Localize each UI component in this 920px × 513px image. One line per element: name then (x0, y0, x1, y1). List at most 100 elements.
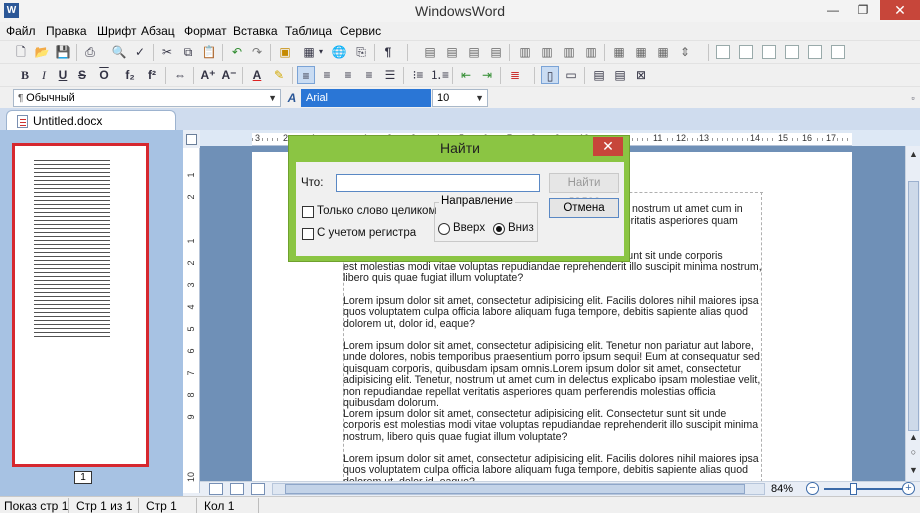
whole-word-checkbox[interactable] (302, 206, 314, 218)
hyperlink-icon[interactable]: 🌐 (330, 43, 348, 61)
save-icon[interactable]: 💾 (54, 43, 72, 61)
pilcrow-icon[interactable]: ¶ (379, 43, 397, 61)
next-page-icon[interactable]: ▼ (907, 464, 920, 477)
shrink-font-icon[interactable]: A⁻ (220, 66, 238, 84)
copy-format-icon[interactable]: ⎘ (352, 43, 370, 61)
table-dropdown-icon[interactable]: ▾ (312, 43, 330, 61)
menu-paragraph[interactable]: Абзац (141, 24, 175, 38)
undo-icon[interactable]: ↶ (228, 43, 246, 61)
border-box-icon-5[interactable] (808, 45, 822, 59)
menu-font[interactable]: Шрифт (97, 24, 136, 38)
horizontal-scroll-thumb[interactable] (285, 484, 745, 494)
font-combobox[interactable]: Arial (301, 89, 431, 107)
copy-icon[interactable]: ⧉ (179, 43, 197, 61)
italic-icon[interactable]: I (35, 66, 53, 84)
numbered-list-icon[interactable]: ⒈≡ (430, 66, 449, 84)
align-center-icon[interactable]: ≡ (318, 66, 336, 84)
table-row-icon-3[interactable]: ▥ (560, 43, 578, 61)
page-layout-icon[interactable]: ▯ (541, 66, 559, 84)
border-box-icon-3[interactable] (762, 45, 776, 59)
header-icon[interactable]: ▤ (590, 66, 608, 84)
new-document-icon[interactable]: 🗋 (12, 43, 30, 61)
underline-icon[interactable]: U (54, 66, 72, 84)
table-row-icon-4[interactable]: ▥ (582, 43, 600, 61)
spellcheck-icon[interactable]: ✓ (131, 43, 149, 61)
outline-view-icon[interactable] (251, 483, 265, 495)
direction-down-radio[interactable] (493, 223, 505, 235)
table-col-icon-4[interactable]: ⇕ (676, 43, 694, 61)
table-row-icon-2[interactable]: ▥ (538, 43, 556, 61)
border-box-icon-4[interactable] (785, 45, 799, 59)
menu-tools[interactable]: Сервис (340, 24, 381, 38)
find-icon[interactable]: 🔍 (110, 43, 128, 61)
web-layout-icon[interactable]: ▭ (562, 66, 580, 84)
insert-image-icon[interactable]: ▣ (276, 43, 294, 61)
scroll-up-icon[interactable]: ▲ (907, 148, 920, 161)
menu-file[interactable]: Файл (6, 24, 36, 38)
find-dialog-close-button[interactable]: ✕ (593, 137, 623, 156)
minimize-button[interactable]: — (818, 0, 848, 20)
style-combobox[interactable]: ¶ Обычный ▼ (13, 89, 281, 107)
find-what-input[interactable] (336, 174, 540, 192)
tab-untitled-docx[interactable]: Untitled.docx (6, 110, 176, 130)
table-align-icon-3[interactable]: ▤ (465, 43, 483, 61)
superscript-icon[interactable]: f² (143, 66, 161, 84)
decrease-indent-icon[interactable]: ⇤ (457, 66, 475, 84)
link-icon[interactable]: ⇔ (171, 66, 189, 84)
grow-font-icon[interactable]: A⁺ (199, 66, 217, 84)
direction-up-radio[interactable] (438, 223, 450, 235)
print-icon[interactable]: ⎙ (81, 43, 99, 61)
browse-object-icon[interactable]: ○ (907, 446, 920, 459)
restore-button[interactable]: ❐ (848, 0, 878, 20)
align-distributed-icon[interactable]: ☰ (381, 66, 399, 84)
align-justify-icon[interactable]: ≡ (360, 66, 378, 84)
zoom-slider-track[interactable] (824, 488, 902, 490)
paste-icon[interactable]: 📋 (200, 43, 218, 61)
footer-icon[interactable]: ▤ (611, 66, 629, 84)
menu-format[interactable]: Формат (184, 24, 227, 38)
style-dropdown-icon[interactable]: ▼ (268, 90, 277, 106)
bold-icon[interactable]: B (16, 66, 34, 84)
print-layout-view-icon[interactable] (209, 483, 223, 495)
page-thumbnail[interactable] (12, 143, 149, 467)
cancel-button[interactable]: Отмена (549, 198, 619, 218)
overline-icon[interactable]: O (95, 66, 113, 84)
open-folder-icon[interactable]: 📂 (33, 43, 51, 61)
close-window-button[interactable]: ✕ (880, 0, 920, 20)
find-next-button[interactable]: Найти далее (549, 173, 619, 207)
redo-icon[interactable]: ↷ (248, 43, 266, 61)
border-box-icon-2[interactable] (739, 45, 753, 59)
menu-insert[interactable]: Вставка (233, 24, 278, 38)
vertical-scroll-thumb[interactable] (908, 181, 919, 431)
table-row-icon-1[interactable]: ▥ (516, 43, 534, 61)
align-left-icon[interactable]: ≡ (297, 66, 315, 84)
vertical-scrollbar[interactable]: ▲ ▲ ○ ▼ (905, 146, 920, 481)
menu-edit[interactable]: Правка (46, 24, 87, 38)
match-case-checkbox[interactable] (302, 228, 314, 240)
subscript-icon[interactable]: f₂ (121, 66, 139, 84)
table-align-icon-2[interactable]: ▤ (443, 43, 461, 61)
cut-icon[interactable]: ✂ (158, 43, 176, 61)
strikethrough-icon[interactable]: S (73, 66, 91, 84)
web-view-icon[interactable] (230, 483, 244, 495)
clear-format-icon[interactable]: ⊠ (632, 66, 650, 84)
menu-table[interactable]: Таблица (285, 24, 332, 38)
highlight-icon[interactable]: ✎ (270, 66, 288, 84)
zoom-in-button[interactable]: + (902, 482, 915, 495)
font-color-icon[interactable]: A (248, 66, 266, 84)
zoom-out-button[interactable]: − (806, 482, 819, 495)
table-col-icon-2[interactable]: ▦ (632, 43, 650, 61)
toolbar-overflow-icon[interactable]: ▫ (904, 89, 920, 107)
prev-page-icon[interactable]: ▲ (907, 431, 920, 444)
align-right-icon[interactable]: ≡ (339, 66, 357, 84)
size-dropdown-icon[interactable]: ▼ (475, 90, 484, 106)
bullet-list-icon[interactable]: ⁝≡ (409, 66, 427, 84)
zoom-slider-handle[interactable] (850, 483, 857, 495)
tab-stop-selector[interactable] (186, 134, 197, 145)
border-box-icon-1[interactable] (716, 45, 730, 59)
increase-indent-icon[interactable]: ⇥ (478, 66, 496, 84)
font-size-combobox[interactable]: 10 ▼ (432, 89, 488, 107)
table-col-icon-1[interactable]: ▦ (610, 43, 628, 61)
table-align-icon-4[interactable]: ▤ (487, 43, 505, 61)
line-spacing-icon[interactable]: ≣ (506, 66, 524, 84)
